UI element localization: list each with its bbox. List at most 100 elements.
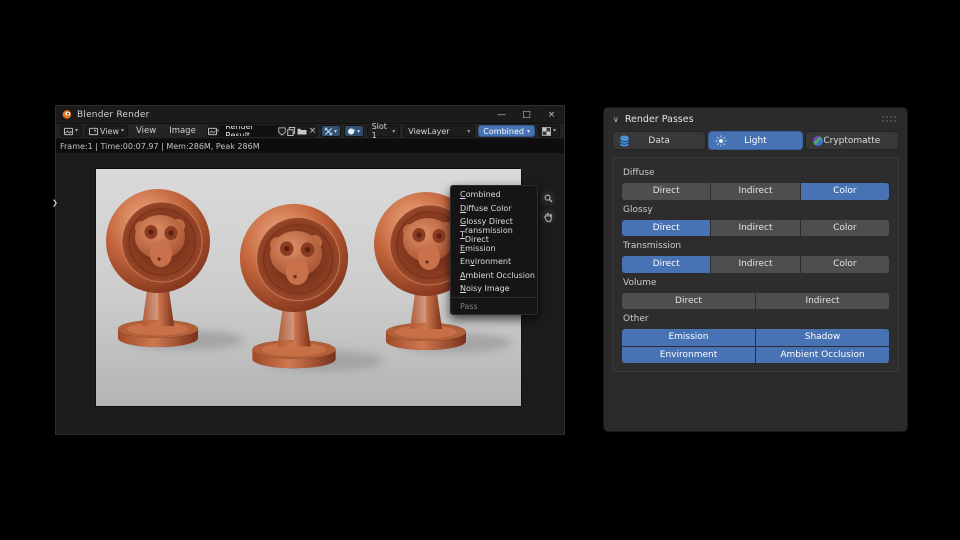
window-controls: — □ × (489, 106, 564, 123)
chevron-down-icon: ▾ (334, 127, 338, 135)
display-channels-dropdown[interactable]: ▾ (537, 125, 560, 137)
panel-header[interactable]: ∨ Render Passes (604, 108, 907, 131)
channels-icon (542, 126, 551, 136)
transmission-color-toggle[interactable]: Color (800, 256, 889, 273)
menu-separator (451, 297, 537, 299)
tab-cryptomatte[interactable]: Cryptomatte (804, 131, 899, 150)
light-icon (715, 135, 727, 150)
menu-item-environment[interactable]: En v ironment (451, 255, 537, 268)
gizmo-icon (324, 127, 333, 135)
title-bar[interactable]: Blender Render — □ × (56, 106, 564, 124)
section-label: Diffuse (623, 168, 655, 178)
menu-section-label: Pass (460, 301, 478, 311)
menu-item-transmission-direct[interactable]: Transmission Direct (451, 226, 537, 244)
browse-image-icon (207, 127, 217, 135)
pass-label: Combined (483, 126, 524, 136)
maximize-button[interactable]: □ (514, 106, 539, 123)
duplicate-image-button[interactable] (286, 126, 296, 136)
section-label: Transmission (623, 241, 682, 251)
pan-gizmo[interactable] (541, 209, 556, 224)
hand-icon (544, 212, 552, 222)
section-transmission: Transmission Direct Indirect Color (622, 241, 889, 273)
volume-direct-toggle[interactable]: Direct (622, 292, 755, 309)
tab-light[interactable]: Light (708, 131, 803, 150)
close-icon: × (308, 125, 317, 136)
region-expand-arrow[interactable]: ❯ (52, 199, 58, 207)
image-editor-header: ▾ View ▾ View Image ▾ Render Result × ▾ … (56, 122, 564, 140)
folder-icon (297, 128, 307, 135)
slot-label: Slot 1 (371, 122, 387, 140)
transmission-direct-toggle[interactable]: Direct (622, 256, 711, 273)
pass-category-tabs: Data Light Cryptomatte (604, 131, 907, 150)
panel-content: Diffuse Direct Indirect Color Glossy Dir… (612, 157, 899, 372)
overlays-dropdown[interactable]: ▾ (343, 125, 364, 137)
section-other: Other Emission Shadow Environment Ambien… (622, 314, 889, 363)
cryptomatte-icon (812, 135, 824, 150)
chevron-down-icon: ▾ (467, 127, 471, 135)
transmission-indirect-toggle[interactable]: Indirect (711, 256, 800, 273)
menu-item-ambient-occlusion[interactable]: Ambient Occlusion (451, 268, 537, 281)
browse-image-dropdown[interactable]: ▾ (207, 126, 219, 136)
menu-view[interactable]: View (131, 126, 161, 136)
display-mode-dropdown[interactable]: View ▾ (85, 125, 129, 137)
section-label: Glossy (623, 204, 653, 215)
overlay-sphere-icon (348, 127, 356, 135)
open-image-button[interactable] (296, 126, 307, 136)
tab-label: Cryptomatte (823, 135, 881, 146)
display-mode-label: View (100, 126, 119, 136)
database-icon (619, 135, 630, 150)
chevron-down-icon: ▾ (392, 127, 396, 135)
image-editor-canvas[interactable]: ❯ C ombined D iffuse Color G lossy Direc… (52, 153, 564, 434)
image-editor-icon (64, 127, 73, 135)
diffuse-direct-toggle[interactable]: Direct (622, 183, 711, 200)
magnifier-icon (544, 194, 553, 203)
render-passes-panel: ∨ Render Passes Data Light Cryptomatte D… (603, 107, 908, 432)
pass-menu: Combined Diffuse Color Glossy Direct Tra… (450, 185, 538, 316)
unlink-image-button[interactable]: × (307, 126, 316, 136)
view-mode-icon (89, 127, 99, 135)
menu-item-diffuse-color[interactable]: Diffuse Color (451, 201, 537, 214)
pass-dropdown[interactable]: Combined ▾ (478, 125, 535, 137)
blender-window: Blender Render — □ × ▾ View ▾ View Image… (52, 105, 565, 435)
chevron-down-icon: ▾ (357, 127, 361, 135)
glossy-color-toggle[interactable]: Color (800, 219, 889, 236)
other-emission-toggle[interactable]: Emission (622, 329, 755, 346)
close-button[interactable]: × (539, 106, 564, 123)
view-layer-label: ViewLayer (408, 126, 450, 136)
diffuse-color-toggle[interactable]: Color (800, 183, 889, 200)
render-status-bar: Frame:1 | Time:00:07.97 | Mem:286M, Peak… (56, 139, 564, 153)
diffuse-indirect-toggle[interactable]: Indirect (711, 183, 800, 200)
image-datablock: ▾ Render Result × (206, 125, 318, 137)
fake-user-button[interactable] (277, 126, 286, 136)
tab-label: Data (648, 135, 670, 146)
panel-collapse-chevron-icon[interactable]: ∨ (613, 115, 619, 124)
zoom-gizmo[interactable] (541, 191, 556, 206)
menu-image[interactable]: Image (164, 126, 201, 136)
menu-item-noisy-image[interactable]: Noisy Image (451, 282, 537, 295)
glossy-indirect-toggle[interactable]: Indirect (711, 219, 800, 236)
chevron-down-icon: ▾ (75, 127, 79, 134)
other-shadow-toggle[interactable]: Shadow (756, 329, 889, 346)
editor-type-dropdown[interactable]: ▾ (60, 125, 83, 137)
shield-icon (278, 127, 286, 136)
tab-data[interactable]: Data (612, 131, 707, 150)
section-glossy: Glossy Direct Indirect Color (622, 204, 889, 236)
volume-indirect-toggle[interactable]: Indirect (756, 292, 889, 309)
chevron-down-icon: ▾ (552, 127, 556, 134)
panel-title: Render Passes (624, 114, 694, 125)
gizmos-dropdown[interactable]: ▾ (320, 125, 341, 137)
duplicate-icon (287, 126, 296, 136)
image-name-field[interactable]: Render Result (219, 126, 278, 136)
blender-logo-icon (61, 110, 72, 119)
other-ambient-occlusion-toggle[interactable]: Ambient Occlusion (756, 346, 889, 363)
slot-dropdown[interactable]: Slot 1 ▾ (366, 122, 401, 140)
minimize-button[interactable]: — (489, 106, 514, 123)
window-title: Blender Render (77, 109, 150, 120)
menu-item-combined[interactable]: Combined (451, 188, 537, 201)
glossy-direct-toggle[interactable]: Direct (622, 219, 711, 236)
section-label: Other (623, 314, 649, 324)
drag-handle-icon[interactable] (882, 115, 898, 124)
section-label: Volume (623, 277, 657, 288)
other-environment-toggle[interactable]: Environment (622, 346, 755, 363)
view-layer-dropdown[interactable]: ViewLayer ▾ (403, 125, 476, 137)
